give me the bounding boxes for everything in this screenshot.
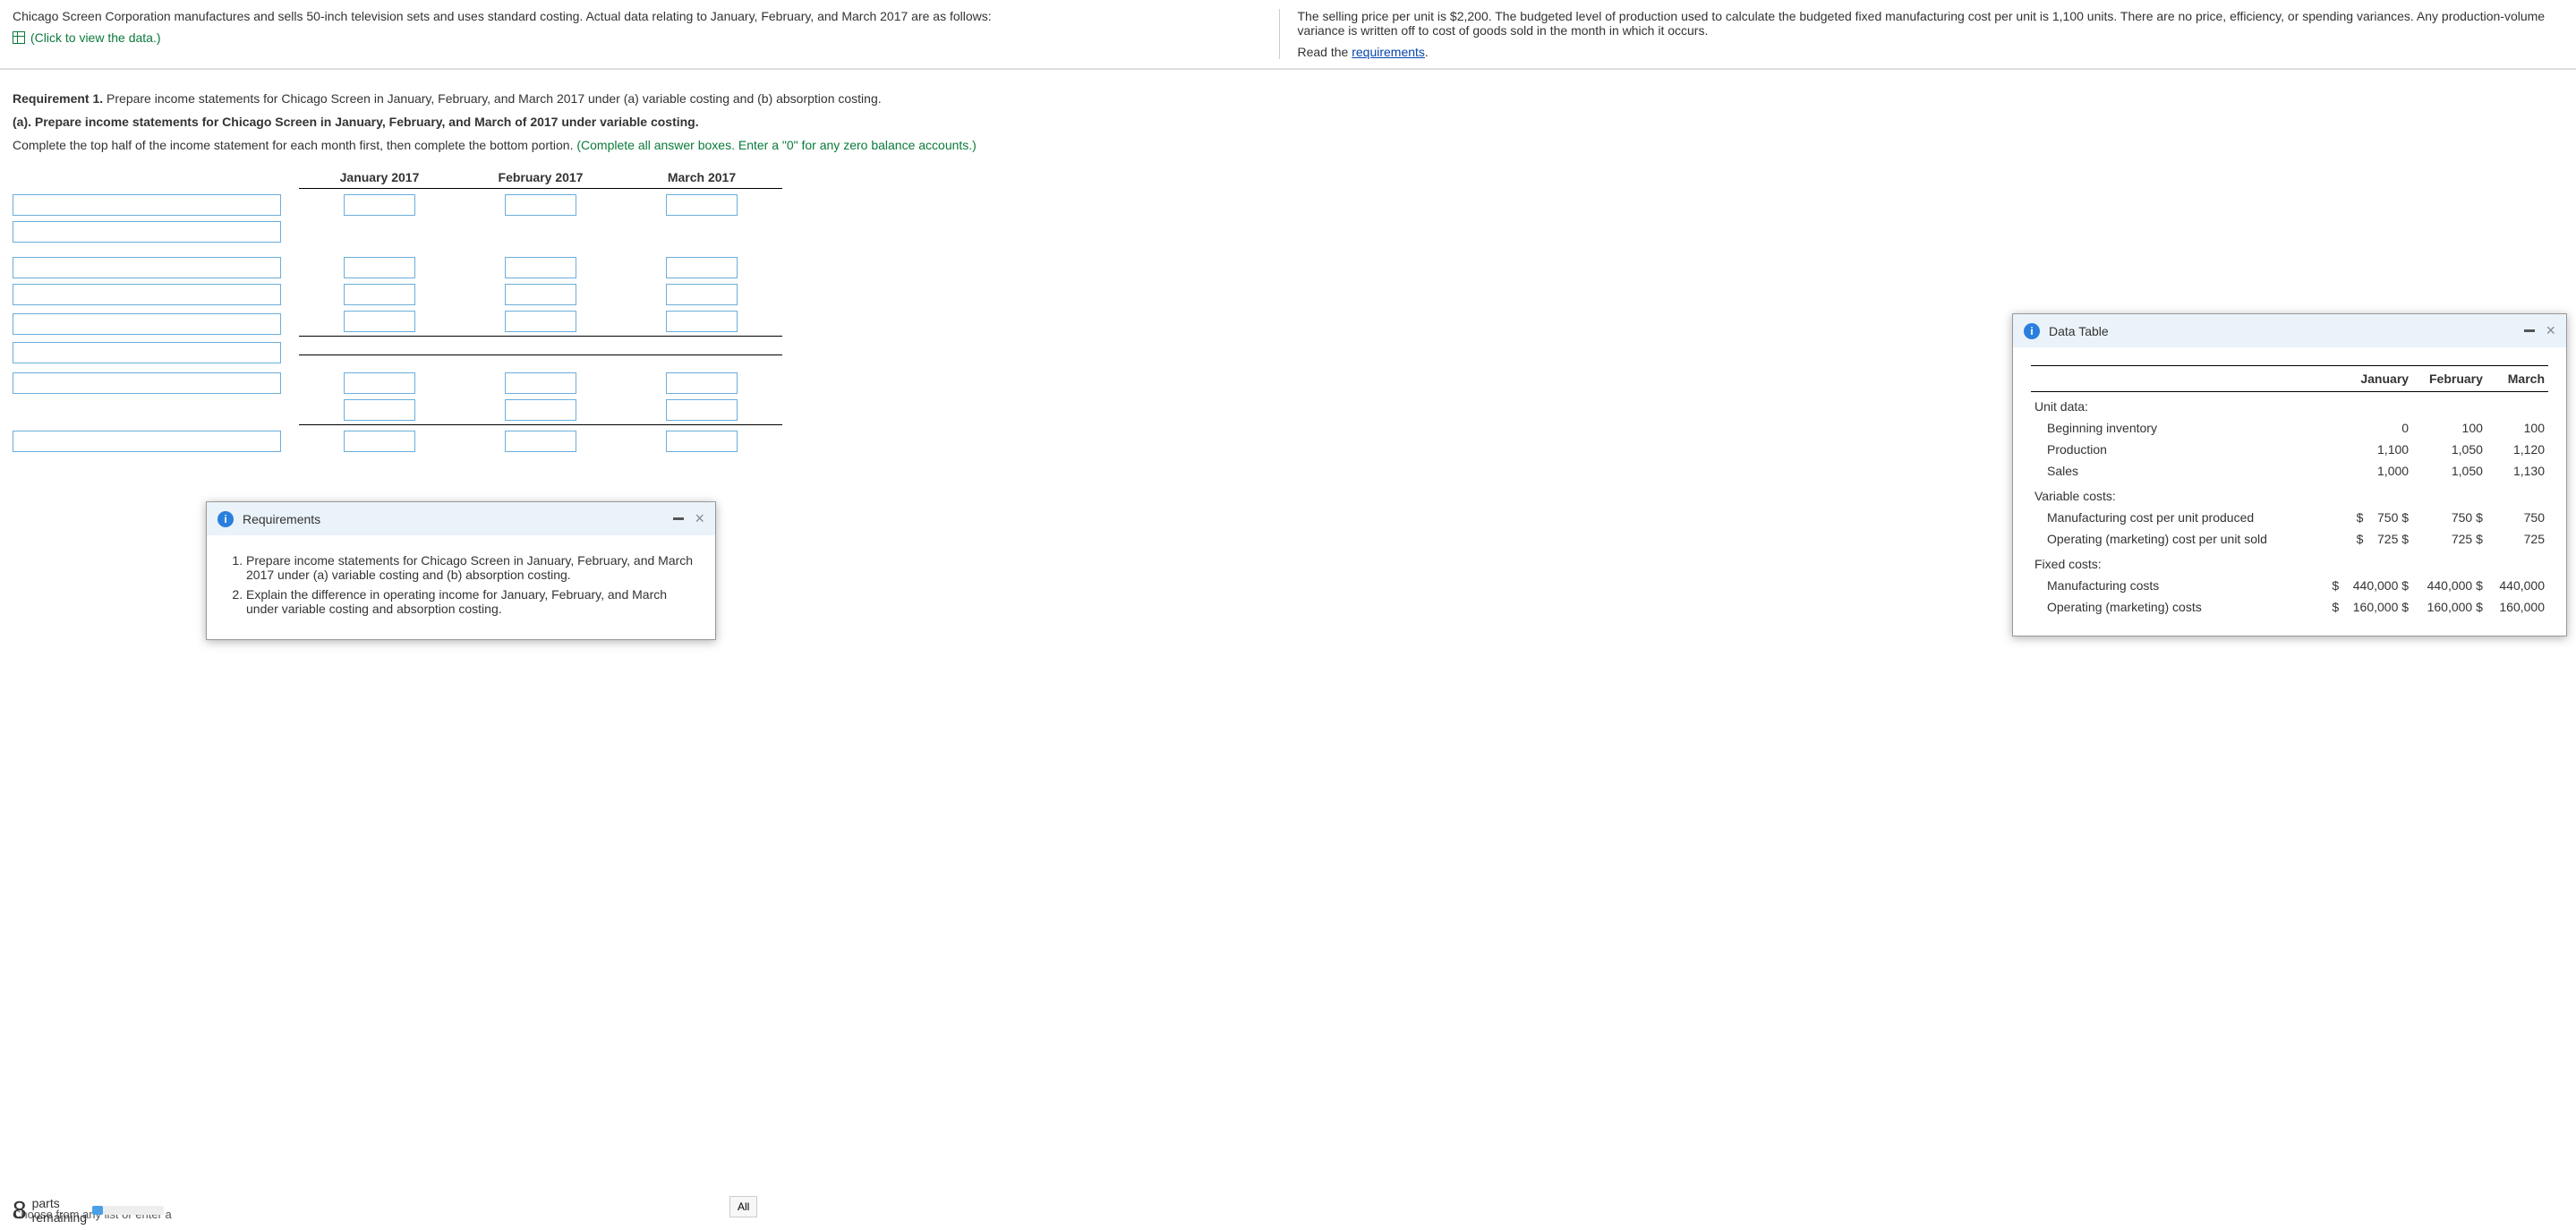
value-input[interactable] [666,257,738,278]
row-label-input[interactable] [13,313,281,335]
value-input[interactable] [505,399,576,421]
requirements-popup: i Requirements × Prepare income statemen… [206,501,716,640]
value-input[interactable] [666,194,738,216]
col-feb: February 2017 [460,170,621,184]
value-input[interactable] [344,257,415,278]
footer-bar: Choose from any list or enter a 8 parts … [0,1199,2576,1230]
parts-count: 8 [13,1196,27,1225]
problem-text-right: The selling price per unit is $2,200. Th… [1298,9,2546,38]
col-jan: January 2017 [299,170,460,184]
value-input[interactable] [505,257,576,278]
row-label-input[interactable] [13,284,281,305]
requirement-item: Prepare income statements for Chicago Sc… [246,553,697,582]
minimize-icon[interactable] [2524,329,2535,332]
value-input[interactable] [505,194,576,216]
value-input[interactable] [505,311,576,332]
data-table: JanuaryFebruaryMarch Unit data:Beginning… [2031,365,2548,618]
all-button[interactable]: All [729,1196,757,1217]
data-table-popup: i Data Table × JanuaryFebruaryMarch Unit… [2012,313,2567,636]
part-a: (a). Prepare income statements for Chica… [13,115,2563,129]
row-label-input[interactable] [13,342,281,363]
value-input[interactable] [666,372,738,394]
row-label-input[interactable] [13,221,281,243]
value-input[interactable] [505,284,576,305]
value-input[interactable] [505,431,576,452]
close-icon[interactable]: × [2546,321,2555,340]
minimize-icon[interactable] [673,517,684,520]
row-label-input[interactable] [13,257,281,278]
instruction: Complete the top half of the income stat… [13,138,2563,152]
requirement-item: Explain the difference in operating inco… [246,587,697,616]
value-input[interactable] [344,311,415,332]
value-input[interactable] [666,284,738,305]
row-label-input[interactable] [13,431,281,452]
row-label-input[interactable] [13,194,281,216]
problem-text-left: Chicago Screen Corporation manufactures … [13,9,1261,23]
value-input[interactable] [505,372,576,394]
grid-icon [13,31,25,44]
value-input[interactable] [666,311,738,332]
progress-bar [92,1206,164,1215]
popup-title: Data Table [2049,324,2109,338]
value-input[interactable] [344,194,415,216]
value-input[interactable] [344,372,415,394]
view-data-link[interactable]: (Click to view the data.) [13,30,1261,45]
problem-header: Chicago Screen Corporation manufactures … [0,0,2576,70]
value-input[interactable] [666,399,738,421]
value-input[interactable] [344,284,415,305]
col-mar: March 2017 [621,170,782,184]
value-input[interactable] [344,431,415,452]
info-icon: i [2024,323,2040,339]
value-input[interactable] [344,399,415,421]
value-input[interactable] [666,431,738,452]
row-label-input[interactable] [13,372,281,394]
requirement-1: Requirement 1. Prepare income statements… [13,91,2563,106]
info-icon: i [218,511,234,527]
popup-title: Requirements [243,512,320,526]
requirements-link[interactable]: requirements [1352,45,1425,59]
close-icon[interactable]: × [695,509,704,528]
